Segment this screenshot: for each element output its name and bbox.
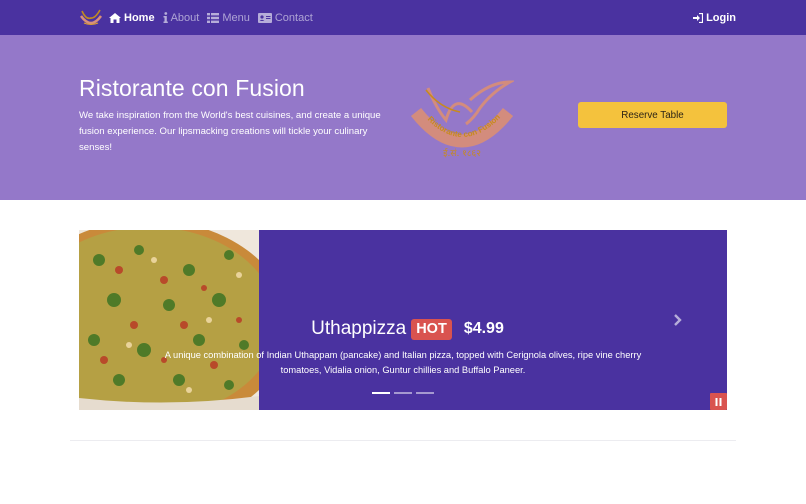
nav-links: Home About Menu Contact [109,0,321,35]
nav-item-label: About [170,11,200,24]
page-title: Ristorante con Fusion [79,75,305,101]
ristorante-logo-icon[interactable] [78,7,104,28]
navbar: Home About Menu Contact Login [0,0,806,35]
carousel-caption: Uthappizza HOT $4.99 A unique combinatio… [79,318,727,378]
list-icon [207,12,220,23]
reserve-table-button[interactable]: Reserve Table [578,102,727,128]
sign-in-icon [693,12,704,23]
address-card-icon [257,12,272,23]
ristorante-logo: Ristorante con Fusion ई.सं. १८६२ [410,80,514,158]
home-icon [109,12,121,23]
pause-icon [715,397,722,406]
nav-item-label: Menu [222,11,250,24]
nav-item-menu[interactable]: Menu [207,12,250,24]
logo-est-text: ई.सं. १८६२ [443,147,481,158]
dish-name: Uthappizza [311,318,407,339]
nav-item-label: Home [124,11,155,24]
carousel-indicator[interactable] [416,392,434,394]
hot-badge: HOT [411,318,452,340]
carousel-indicator[interactable] [372,392,390,394]
section-divider [70,440,736,441]
dish-description: A unique combination of Indian Uthappam … [164,350,642,375]
login-label: Login [706,11,736,24]
jumbotron: Ristorante con Fusion We take inspiratio… [0,35,806,200]
carousel: Uthappizza HOT $4.99 A unique combinatio… [79,230,727,410]
nav-item-home[interactable]: Home [109,12,155,24]
carousel-headline: Uthappizza HOT $4.99 [88,318,727,340]
carousel-indicator[interactable] [394,392,412,394]
carousel-pause-button[interactable] [710,393,727,410]
jumbotron-description: We take inspiration from the World's bes… [79,110,381,153]
nav-item-contact[interactable]: Contact [257,11,313,24]
login-button[interactable]: Login [693,0,736,35]
chevron-right-icon[interactable] [671,313,685,327]
nav-item-label: Contact [274,11,313,24]
dish-price: $4.99 [463,320,504,337]
info-icon [163,12,168,23]
carousel-indicators [372,392,438,394]
nav-item-about[interactable]: About [163,11,200,24]
